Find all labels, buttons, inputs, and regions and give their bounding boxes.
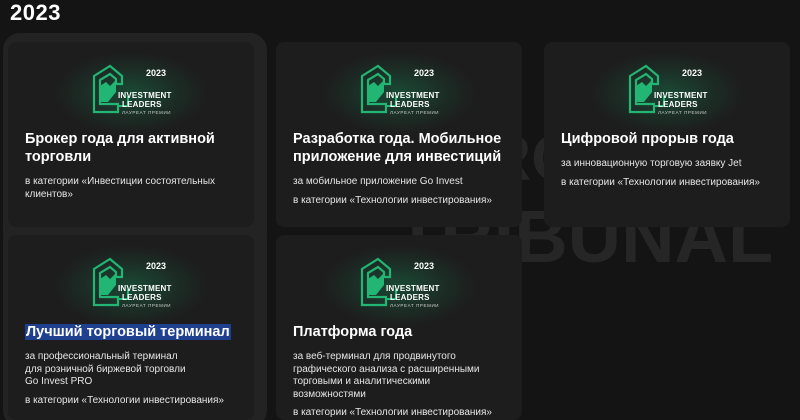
logo-year: 2023 bbox=[146, 68, 167, 78]
logo-line-investment: INVESTMENT bbox=[654, 91, 708, 100]
award-description-line: за профессиональный терминал bbox=[25, 351, 178, 362]
logo-line-laureate: ЛАУРЕАТ ПРЕМИИ bbox=[390, 110, 440, 115]
logo-year: 2023 bbox=[146, 261, 167, 271]
award-category-line: в категории «Инвестиции состоятельных bbox=[25, 176, 216, 187]
logo-line-leaders: LEADERS bbox=[658, 100, 698, 109]
logo-line-investment: INVESTMENT bbox=[386, 91, 440, 100]
award-description-line: возможностями bbox=[293, 388, 366, 400]
logo-line-leaders: LEADERS bbox=[122, 100, 162, 109]
award-title: Брокер года для активной торговли bbox=[25, 130, 242, 166]
award-card[interactable]: 2023 INVESTMENT LEADERS ЛАУРЕАТ ПРЕМИИ Лучши… bbox=[8, 235, 254, 420]
award-logo: 2023 INVESTMENT LEADERS ЛАУРЕАТ ПРЕМИИ bbox=[276, 245, 522, 327]
award-category: в категории «Инвестиции состоятельных кли… bbox=[25, 176, 244, 201]
award-title: Платформа года bbox=[293, 323, 510, 341]
award-card[interactable]: 2023 INVESTMENT LEADERS ЛАУРЕАТ ПРЕМИИ Броке… bbox=[8, 42, 254, 227]
award-description: за мобильное приложение Go Invest bbox=[293, 176, 512, 189]
logo-line-investment: INVESTMENT bbox=[118, 284, 172, 293]
award-category: в категории «Технологии инвестирования» bbox=[25, 395, 244, 408]
award-logo: 2023 INVESTMENT LEADERS ЛАУРЕАТ ПРЕМИИ bbox=[8, 52, 254, 134]
award-logo: 2023 INVESTMENT LEADERS ЛАУРЕАТ ПРЕМИИ bbox=[276, 52, 522, 134]
award-category-line: в категории «Технологии инвестирования» bbox=[25, 394, 224, 406]
award-card[interactable]: 2023 INVESTMENT LEADERS ЛАУРЕАТ ПРЕМИИ Цифро… bbox=[544, 42, 790, 227]
logo-year: 2023 bbox=[414, 261, 435, 271]
award-title-line: Цифровой прорыв года bbox=[561, 131, 734, 147]
award-description: за профессиональный терминал для рознично… bbox=[25, 351, 244, 389]
investment-leaders-logo: 2023 INVESTMENT LEADERS ЛАУРЕАТ ПРЕМИИ bbox=[356, 255, 442, 317]
logo-line-leaders: LEADERS bbox=[390, 100, 430, 109]
award-category-line: в категории «Технологии инвестирования» bbox=[561, 176, 760, 188]
award-description: за инновационную торговую заявку Jet bbox=[561, 158, 780, 171]
award-title-line: Разработка года. Мобильное bbox=[293, 131, 502, 147]
award-title: Лучший торговый терминал bbox=[25, 323, 242, 341]
logo-line-laureate: ЛАУРЕАТ ПРЕМИИ bbox=[122, 110, 172, 115]
logo-year: 2023 bbox=[682, 68, 703, 78]
award-description-line: графического анализа с расширенными bbox=[293, 363, 480, 375]
award-title-line: Брокер года для активной bbox=[25, 131, 215, 147]
award-title-line: приложение для инвестиций bbox=[293, 149, 502, 165]
section-year-heading: 2023 bbox=[10, 0, 61, 25]
award-card[interactable]: 2023 INVESTMENT LEADERS ЛАУРЕАТ ПРЕМИИ Платф… bbox=[276, 235, 522, 420]
award-logo: 2023 INVESTMENT LEADERS ЛАУРЕАТ ПРЕМИИ bbox=[544, 52, 790, 134]
logo-line-leaders: LEADERS bbox=[390, 293, 430, 302]
award-description-line: для розничной биржевой торговли bbox=[25, 363, 186, 375]
award-category-line: клиентов» bbox=[25, 188, 73, 200]
award-description-line: за инновационную торговую заявку Jet bbox=[561, 158, 742, 169]
award-description: за веб-терминал для продвинутого графичес… bbox=[293, 351, 512, 401]
logo-line-leaders: LEADERS bbox=[122, 293, 162, 302]
logo-line-laureate: ЛАУРЕАТ ПРЕМИИ bbox=[122, 303, 172, 308]
award-title-line: Платформа года bbox=[293, 324, 413, 340]
award-description-line: за веб-терминал для продвинутого bbox=[293, 351, 456, 362]
award-description-line: за мобильное приложение Go Invest bbox=[293, 176, 463, 187]
award-title: Разработка года. Мобильное приложение для… bbox=[293, 130, 510, 166]
award-logo: 2023 INVESTMENT LEADERS ЛАУРЕАТ ПРЕМИИ bbox=[8, 245, 254, 327]
logo-line-investment: INVESTMENT bbox=[118, 91, 172, 100]
award-category: в категории «Технологии инвестирования» bbox=[561, 177, 780, 190]
award-category: в категории «Технологии инвестирования» bbox=[293, 195, 512, 208]
investment-leaders-logo: 2023 INVESTMENT LEADERS ЛАУРЕАТ ПРЕМИИ bbox=[88, 255, 174, 317]
logo-line-laureate: ЛАУРЕАТ ПРЕМИИ bbox=[658, 110, 708, 115]
award-title-line: торговли bbox=[25, 149, 92, 165]
investment-leaders-logo: 2023 INVESTMENT LEADERS ЛАУРЕАТ ПРЕМИИ bbox=[356, 62, 442, 124]
award-title: Цифровой прорыв года bbox=[561, 130, 778, 148]
investment-leaders-logo: 2023 INVESTMENT LEADERS ЛАУРЕАТ ПРЕМИИ bbox=[88, 62, 174, 124]
award-description-line: торговыми и аналитическими bbox=[293, 376, 431, 387]
logo-line-laureate: ЛАУРЕАТ ПРЕМИИ bbox=[390, 303, 440, 308]
award-title-line: Лучший торговый терминал bbox=[25, 324, 231, 340]
award-card[interactable]: 2023 INVESTMENT LEADERS ЛАУРЕАТ ПРЕМИИ Разра… bbox=[276, 42, 522, 227]
award-category-line: в категории «Технологии инвестирования» bbox=[293, 407, 492, 418]
logo-year: 2023 bbox=[414, 68, 435, 78]
logo-line-investment: INVESTMENT bbox=[386, 284, 440, 293]
investment-leaders-logo: 2023 INVESTMENT LEADERS ЛАУРЕАТ ПРЕМИИ bbox=[624, 62, 710, 124]
award-category-line: в категории «Технологии инвестирования» bbox=[293, 194, 492, 206]
award-category: в категории «Технологии инвестирования» bbox=[293, 407, 512, 420]
award-description-line: Go Invest PRO bbox=[25, 376, 93, 387]
